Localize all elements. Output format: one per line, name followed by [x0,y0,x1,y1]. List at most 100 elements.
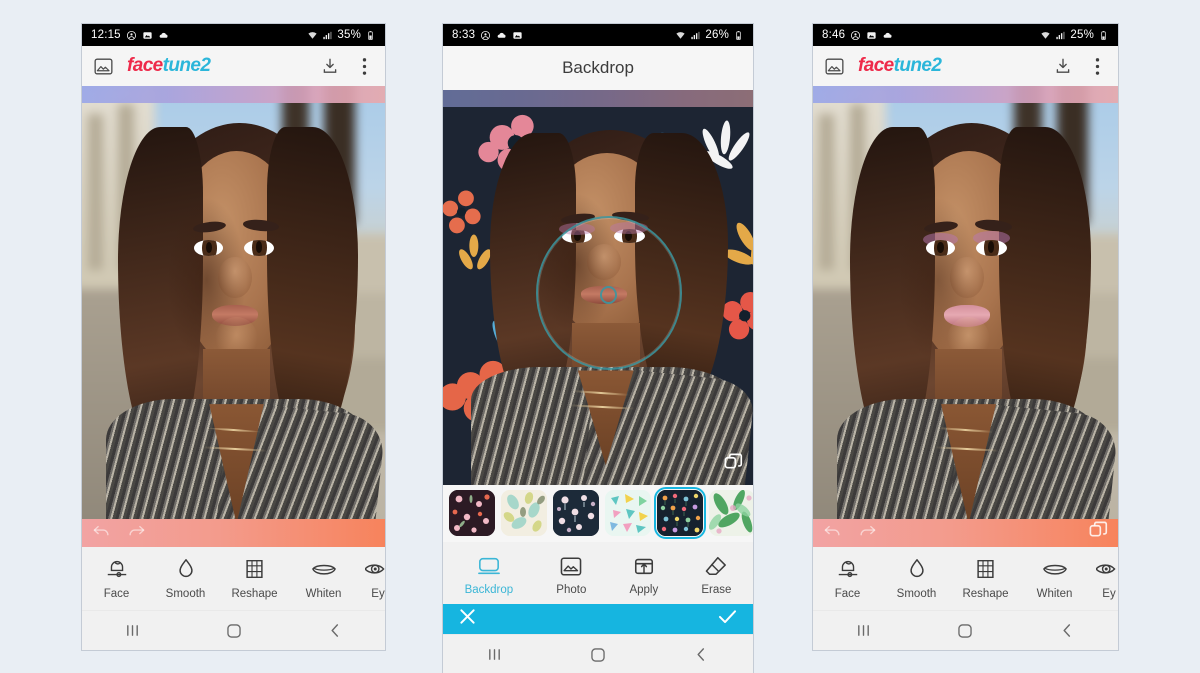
cloud-icon [159,32,168,38]
account-icon [851,30,861,40]
back-icon[interactable] [314,618,356,644]
download-icon[interactable] [320,56,340,76]
thumb-backdrop-pastel-leaves[interactable] [501,490,547,536]
recents-icon[interactable] [474,642,516,668]
thumb-backdrop-green-tropical[interactable] [709,490,753,536]
tool-label: Whiten [1036,588,1073,600]
backdrop-icon [477,553,501,577]
recents-icon[interactable] [112,618,154,644]
status-time: 12:15 [91,29,121,41]
status-time: 8:46 [822,29,846,41]
portrait-photo-retouched [813,86,1118,547]
overflow-menu-icon[interactable] [354,56,374,76]
tool-label: Smooth [165,588,206,600]
tool-whiten[interactable]: Whiten [1020,557,1089,600]
backdrop-thumbnail-strip[interactable] [443,485,753,542]
droplet-icon [906,557,928,581]
status-right: 35% [307,29,376,41]
photo-canvas[interactable] [82,86,385,547]
account-icon [481,30,491,40]
tool-reshape[interactable]: Reshape [951,557,1020,600]
tool-eyes[interactable]: Ey [358,557,385,600]
face-tools-row: Face Smooth Reshape Whiten Ey [82,547,385,610]
thumb-backdrop-confetti-shapes[interactable] [605,490,651,536]
backdrop-tools-row: Backdrop Photo Apply Erase [443,542,753,604]
tool-label: Ey [371,588,385,600]
tool-photo[interactable]: Photo [535,553,608,596]
tool-backdrop[interactable]: Backdrop [443,553,535,596]
signal-icon [323,31,332,39]
confirm-bar [443,604,753,634]
thumb-backdrop-navy-blossom[interactable] [553,490,599,536]
logo-face: face [858,55,894,76]
download-icon[interactable] [1053,56,1073,76]
image-icon [143,31,152,39]
battery-icon [736,30,741,40]
back-icon[interactable] [680,642,722,668]
account-icon [126,30,136,40]
logo-tune2: tune2 [893,55,942,76]
thumb-backdrop-dark-floral[interactable] [449,490,495,536]
overflow-menu-icon[interactable] [1087,56,1107,76]
tool-label: Apply [629,584,659,596]
tool-label: Ey [1102,588,1116,600]
home-icon[interactable] [944,618,986,644]
tool-smooth[interactable]: Smooth [882,557,951,600]
check-icon[interactable] [718,608,737,630]
home-icon[interactable] [213,618,255,644]
status-right: 26% [675,29,744,41]
tool-face[interactable]: Face [82,557,151,600]
gallery-icon[interactable] [824,56,844,76]
eraser-icon [704,553,728,577]
undo-icon[interactable] [823,524,843,542]
recents-icon[interactable] [843,618,885,644]
tool-label: Photo [556,584,587,596]
android-nav-bar [82,610,385,650]
tool-apply[interactable]: Apply [608,553,680,596]
app-bar-actions [320,56,374,76]
close-icon[interactable] [459,608,476,630]
back-icon[interactable] [1046,618,1088,644]
phone-2: 8:33 26% Backdrop Backdrop Photo Apply E… [443,24,753,673]
face-tools-row: Face Smooth Reshape Whiten Ey [813,547,1118,610]
bottom-tint-overlay [813,519,1118,547]
photo-canvas[interactable] [443,90,753,485]
home-icon[interactable] [577,642,619,668]
image-icon [867,31,876,39]
tool-label: Whiten [305,588,342,600]
redo-icon[interactable] [857,524,877,542]
app-logo: facetune2 [858,55,942,77]
tool-face[interactable]: Face [813,557,882,600]
photo-canvas[interactable] [813,86,1118,547]
android-nav-bar [443,634,753,673]
portrait-photo [82,86,385,547]
undo-icon[interactable] [92,524,112,542]
eye-icon [365,557,385,581]
image-icon [513,31,522,39]
tool-whiten[interactable]: Whiten [289,557,358,600]
tool-label: Reshape [231,588,278,600]
tool-smooth[interactable]: Smooth [151,557,220,600]
tool-reshape[interactable]: Reshape [220,557,289,600]
battery-percent: 35% [337,29,361,41]
screenshot-canvas: 12:15 35% facetune2 Face Smooth Reshape … [0,0,1200,673]
signal-icon [1056,31,1065,39]
redo-icon[interactable] [126,524,146,542]
layers-icon[interactable] [1089,521,1108,545]
layers-icon[interactable] [724,453,743,477]
gallery-icon[interactable] [93,56,113,76]
tool-label: Reshape [962,588,1009,600]
thumb-backdrop-navy-mini-flowers[interactable] [654,487,706,539]
android-nav-bar [813,610,1118,650]
face-icon [104,557,130,581]
top-tint-overlay [82,86,385,103]
apply-icon [633,553,655,577]
battery-percent: 25% [1070,29,1094,41]
tool-erase[interactable]: Erase [680,553,753,596]
teeth-icon [1041,557,1069,581]
wifi-icon [676,31,685,39]
status-bar: 8:46 25% [813,24,1118,46]
app-top-bar: Backdrop [443,46,753,90]
app-logo: facetune2 [127,55,211,77]
tool-eyes[interactable]: Ey [1089,557,1118,600]
